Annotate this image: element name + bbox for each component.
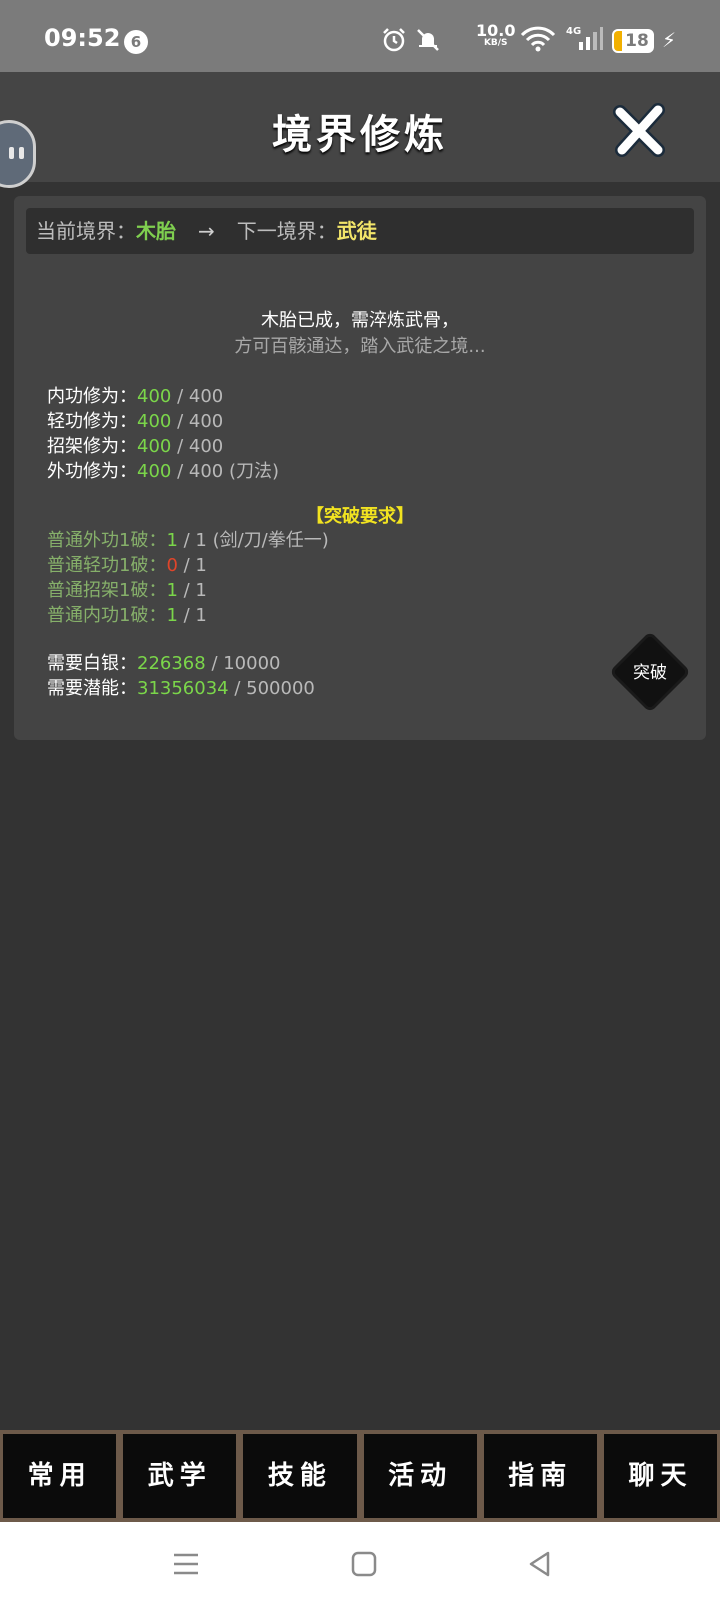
tab-skills[interactable]: 技能 xyxy=(243,1434,357,1518)
stat-row-waigong: 外功修为：400 / 400 (刀法) xyxy=(47,461,280,482)
charging-icon: ⚡ xyxy=(662,28,677,52)
description-line-2: 方可百骸通达，踏入武徒之境... xyxy=(234,336,486,357)
current-realm-label: 当前境界： xyxy=(36,219,136,243)
menu-icon[interactable] xyxy=(172,1550,200,1578)
tab-common[interactable]: 常用 xyxy=(3,1434,117,1518)
requirements-list: 普通外功1破：1 / 1 (剑/刀/拳任一) 普通轻功1破：0 / 1 普通招架… xyxy=(47,528,329,628)
current-realm-value: 木胎 xyxy=(136,219,176,243)
cost-list: 需要白银：226368 / 10000 需要潜能：31356034 / 5000… xyxy=(47,651,315,701)
close-icon[interactable] xyxy=(612,102,668,158)
tab-activities[interactable]: 活动 xyxy=(363,1434,477,1518)
breakthrough-label: 突破 xyxy=(633,663,667,683)
realm-panel: 当前境界：木胎 → 下一境界：武徒 木胎已成，需淬炼武骨， 方可百骸通达，踏入武徒之… xyxy=(14,196,706,740)
signal-icon xyxy=(579,27,603,50)
requirement-row: 普通外功1破：1 / 1 (剑/刀/拳任一) xyxy=(47,530,329,551)
requirement-row: 普通轻功1破：0 / 1 xyxy=(47,555,207,576)
stat-row-qinggong: 轻功修为：400 / 400 xyxy=(47,411,224,432)
battery-indicator: 18 xyxy=(612,29,654,53)
breakthrough-button[interactable]: 突破 xyxy=(610,632,690,712)
description-line-1: 木胎已成，需淬炼武骨， xyxy=(261,310,459,331)
realm-bar: 当前境界：木胎 → 下一境界：武徒 xyxy=(26,208,694,254)
status-bar: 09:52 6 10.0 KB/S 4G 18 ⚡ xyxy=(0,0,720,72)
back-icon[interactable] xyxy=(526,1550,554,1578)
requirement-row: 普通招架1破：1 / 1 xyxy=(47,580,207,601)
tab-chat[interactable]: 聊天 xyxy=(603,1434,718,1518)
next-realm-label: 下一境界： xyxy=(236,219,337,243)
next-realm-value: 武徒 xyxy=(336,219,377,243)
page-header: 境界修炼 xyxy=(0,72,720,182)
tab-martial-arts[interactable]: 武学 xyxy=(123,1434,237,1518)
alarm-icon xyxy=(383,28,405,52)
stat-row-neigong: 内功修为：400 / 400 xyxy=(47,386,224,407)
cost-row-potential: 需要潜能：31356034 / 500000 xyxy=(47,678,315,699)
network-speed: 10.0 KB/S xyxy=(476,21,516,49)
stat-row-zhaojia: 招架修为：400 / 400 xyxy=(47,436,224,457)
requirement-row: 普通内功1破：1 / 1 xyxy=(47,605,207,626)
tab-guide[interactable]: 指南 xyxy=(483,1434,597,1518)
realm-description: 木胎已成，需淬炼武骨， 方可百骸通达，踏入武徒之境... xyxy=(14,308,706,360)
cultivation-stats: 内功修为：400 / 400 轻功修为：400 / 400 招架修为：400 /… xyxy=(47,384,279,484)
notification-count-badge: 6 xyxy=(124,30,148,54)
arrow-right-icon: → xyxy=(198,219,215,243)
status-time: 09:52 xyxy=(44,24,121,52)
wifi-icon xyxy=(520,26,556,52)
mute-icon xyxy=(417,29,439,51)
requirements-title: 【突破要求】 xyxy=(306,506,414,527)
system-nav-bar xyxy=(0,1522,720,1608)
bottom-nav: 常用 武学 技能 活动 指南 聊天 xyxy=(0,1430,720,1522)
home-icon[interactable] xyxy=(350,1550,378,1578)
cost-row-silver: 需要白银：226368 / 10000 xyxy=(47,653,281,674)
